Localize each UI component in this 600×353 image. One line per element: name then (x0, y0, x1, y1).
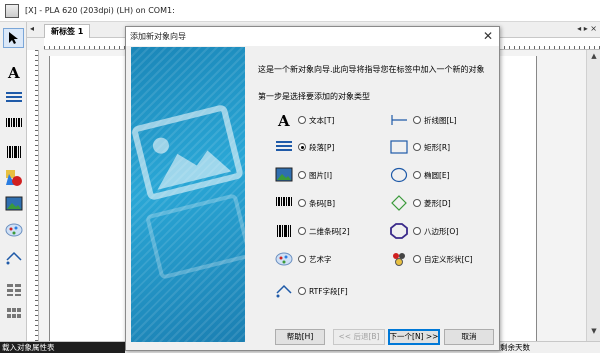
label-canvas[interactable] (49, 56, 127, 341)
radio-art-text[interactable] (298, 255, 306, 263)
vertical-scrollbar[interactable]: ▲ ▼ (586, 50, 600, 341)
option-paragraph-label: 段落[P] (309, 142, 335, 152)
back-button[interactable]: << 后退[B] (333, 329, 385, 345)
window-title: [X] - PLA 620 (203dpi) (LH) on COM1: (25, 6, 175, 15)
art-text-icon (273, 249, 295, 269)
toolbox: A (0, 22, 27, 341)
vertical-ruler (27, 50, 39, 341)
wizard-banner-image (131, 47, 245, 342)
barcode-icon (273, 193, 295, 213)
option-art-text-label: 艺术字 (309, 254, 332, 264)
help-button[interactable]: 帮助[H] (275, 329, 325, 345)
option-picture-label: 图片[I] (309, 170, 333, 180)
align-tool-icon[interactable] (3, 280, 24, 300)
2d-barcode-icon (273, 221, 295, 241)
radio-polyline[interactable] (413, 116, 421, 124)
radio-octagon[interactable] (413, 227, 421, 235)
option-picture[interactable]: 图片[I] (273, 165, 332, 185)
ellipse-icon (388, 165, 410, 185)
tab-label-1[interactable]: 新标签 1 (44, 24, 91, 38)
option-text[interactable]: A 文本[T] (273, 110, 334, 130)
svg-text:A: A (7, 64, 20, 80)
tab-controls[interactable]: ◂ ▸ × (577, 24, 597, 33)
paragraph-tool-icon[interactable] (3, 88, 24, 108)
dialog-title: 添加新对象向导 (130, 32, 186, 41)
barcode-tool-icon[interactable] (3, 114, 24, 134)
polyline-icon (388, 110, 410, 130)
art-text-tool-icon[interactable] (3, 220, 24, 240)
option-diamond[interactable]: 菱形[D] (388, 193, 451, 213)
radio-diamond[interactable] (413, 199, 421, 207)
new-object-wizard-dialog: 添加新对象向导 ✕ 这是一个新对象向导.此向导将指导您在标签中加入一个新的对象 … (125, 26, 500, 351)
tab-scroll-left-icon[interactable]: ◂ (30, 24, 34, 33)
status-days-remaining: 剩余天数 (500, 343, 530, 352)
radio-picture[interactable] (298, 171, 306, 179)
radio-custom-shape[interactable] (413, 255, 421, 263)
option-2d-barcode-label: 二维条码[2] (309, 226, 350, 236)
scroll-down-icon[interactable]: ▼ (587, 327, 600, 339)
option-text-label: 文本[T] (309, 115, 335, 125)
option-rtf-field[interactable]: RTF字段[F] (273, 281, 348, 301)
close-icon[interactable]: ✕ (479, 28, 497, 44)
paragraph-icon (273, 137, 295, 157)
radio-text[interactable] (298, 116, 306, 124)
custom-shape-icon (388, 249, 410, 269)
diamond-icon (388, 193, 410, 213)
text-tool-icon[interactable]: A (3, 62, 24, 82)
picture-icon (273, 165, 295, 185)
option-polyline[interactable]: 折线图[L] (388, 110, 457, 130)
radio-2d-barcode[interactable] (298, 227, 306, 235)
text-icon: A (273, 110, 295, 130)
rtf-tool-icon[interactable] (3, 248, 24, 268)
option-octagon-label: 八边形[O] (424, 226, 459, 236)
octagon-icon (388, 221, 410, 241)
radio-rectangle[interactable] (413, 143, 421, 151)
status-message: 载入对象属性表 (0, 342, 125, 353)
rectangle-icon (388, 137, 410, 157)
option-polyline-label: 折线图[L] (424, 115, 457, 125)
option-custom-shape-label: 自定义形状[C] (424, 254, 473, 264)
option-ellipse-label: 椭圆[E] (424, 170, 450, 180)
cancel-button[interactable]: 取消 (444, 329, 494, 345)
option-2d-barcode[interactable]: 二维条码[2] (273, 221, 350, 241)
app-icon (5, 3, 19, 18)
radio-rtf-field[interactable] (298, 287, 306, 295)
option-barcode[interactable]: 条码[B] (273, 193, 335, 213)
option-barcode-label: 条码[B] (309, 198, 335, 208)
option-diamond-label: 菱形[D] (424, 198, 451, 208)
grid-tool-icon[interactable] (3, 304, 24, 324)
pointer-tool-icon[interactable] (3, 28, 24, 48)
option-paragraph[interactable]: 段落[P] (273, 137, 334, 157)
title-bar: [X] - PLA 620 (203dpi) (LH) on COM1: (0, 0, 600, 22)
option-octagon[interactable]: 八边形[O] (388, 221, 458, 241)
picture-tool-icon[interactable] (3, 194, 24, 214)
radio-barcode[interactable] (298, 199, 306, 207)
wizard-intro-text: 这是一个新对象向导.此向导将指导您在标签中加入一个新的对象 (258, 65, 485, 74)
wizard-step-text: 第一步是选择要添加的对象类型 (258, 92, 370, 101)
svg-text:A: A (277, 112, 290, 128)
option-custom-shape[interactable]: 自定义形状[C] (388, 249, 473, 269)
next-button[interactable]: 下一个[N] >> (388, 329, 440, 345)
option-rtf-field-label: RTF字段[F] (309, 286, 348, 296)
option-rectangle-label: 矩形[R] (424, 142, 451, 152)
2d-barcode-tool-icon[interactable] (3, 142, 24, 162)
option-rectangle[interactable]: 矩形[R] (388, 137, 450, 157)
rtf-field-icon (273, 281, 295, 301)
shapes-tool-icon[interactable] (3, 168, 24, 188)
scroll-up-icon[interactable]: ▲ (587, 52, 600, 64)
option-art-text[interactable]: 艺术字 (273, 249, 332, 269)
radio-paragraph[interactable] (298, 143, 306, 151)
radio-ellipse[interactable] (413, 171, 421, 179)
option-ellipse[interactable]: 椭圆[E] (388, 165, 450, 185)
dialog-title-bar: 添加新对象向导 ✕ (126, 27, 499, 46)
label-canvas-edge[interactable] (497, 56, 537, 341)
